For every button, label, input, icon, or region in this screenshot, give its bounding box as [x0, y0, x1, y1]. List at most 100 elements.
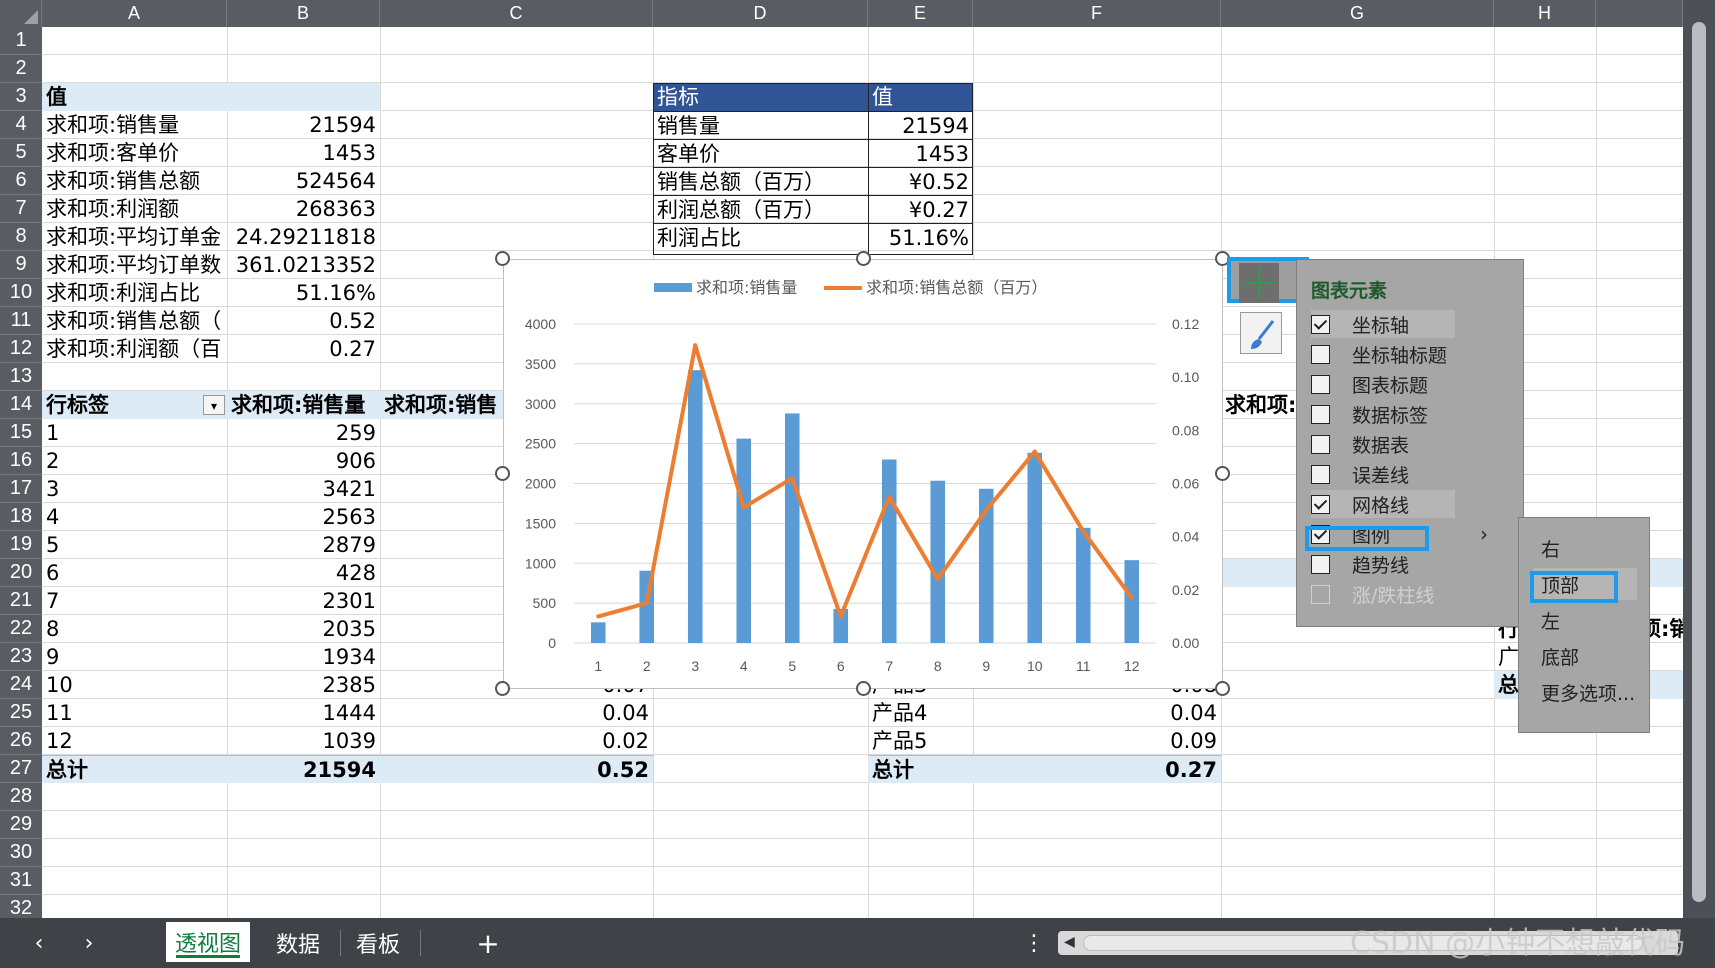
pivot-total-label[interactable]: 总计	[42, 755, 227, 783]
checkbox-icon[interactable]	[1311, 434, 1330, 454]
column-header-b[interactable]: B	[227, 0, 380, 27]
column-header-e[interactable]: E	[868, 0, 973, 27]
resize-handle-left[interactable]	[495, 466, 510, 481]
row-header-20[interactable]: 20	[0, 559, 42, 587]
column-header-c[interactable]: C	[380, 0, 653, 27]
row-header-18[interactable]: 18	[0, 503, 42, 531]
row-header-3[interactable]: 3	[0, 83, 42, 111]
summary-header[interactable]: 值	[42, 83, 227, 111]
pivot-row-qty[interactable]: 2563	[227, 503, 380, 531]
pivot-row-label[interactable]: 4	[42, 503, 227, 531]
pivot-row-qty[interactable]: 906	[227, 447, 380, 475]
product-value[interactable]: 0.04	[973, 699, 1221, 727]
checkbox-checked-icon[interactable]	[1311, 314, 1330, 334]
pivot-row-qty[interactable]: 1039	[227, 727, 380, 755]
row-header-6[interactable]: 6	[0, 167, 42, 195]
legend-position-option[interactable]: 更多选项...	[1533, 676, 1637, 708]
pivot-row-label[interactable]: 6	[42, 559, 227, 587]
pivot-row-qty[interactable]: 1934	[227, 643, 380, 671]
chart-styles-button[interactable]	[1240, 312, 1282, 354]
pivot-row-label[interactable]: 11	[42, 699, 227, 727]
summary-value[interactable]: 0.27	[227, 335, 380, 363]
row-header-25[interactable]: 25	[0, 699, 42, 727]
summary-label[interactable]: 求和项:客单价	[42, 139, 227, 167]
pivot-row-amount[interactable]: 0.04	[380, 699, 653, 727]
chart-element-item[interactable]: 图表标题	[1311, 370, 1455, 398]
pivot-row-label[interactable]: 3	[42, 475, 227, 503]
kpi-header-metric[interactable]: 指标	[653, 83, 868, 111]
row-header-30[interactable]: 30	[0, 839, 42, 867]
checkbox-icon[interactable]	[1311, 404, 1330, 424]
chart-element-item[interactable]: 网格线	[1311, 490, 1455, 518]
resize-handle-right[interactable]	[1215, 466, 1230, 481]
chart-element-item[interactable]: 误差线	[1311, 460, 1455, 488]
row-header-7[interactable]: 7	[0, 195, 42, 223]
checkbox-icon[interactable]	[1311, 464, 1330, 484]
scroll-left-icon[interactable]: ◀	[1064, 934, 1075, 950]
checkbox-icon[interactable]	[1311, 374, 1330, 394]
row-header-29[interactable]: 29	[0, 811, 42, 839]
column-header-a[interactable]: A	[42, 0, 227, 27]
kpi-label[interactable]: 利润占比	[653, 223, 868, 251]
row-header-4[interactable]: 4	[0, 111, 42, 139]
tab-pivot-chart[interactable]: 透视图	[166, 922, 250, 962]
column-header-g[interactable]: G	[1221, 0, 1494, 27]
summary-label[interactable]: 求和项:利润占比	[42, 279, 227, 307]
pivot-row-label[interactable]: 8	[42, 615, 227, 643]
pivot-row-qty[interactable]: 2301	[227, 587, 380, 615]
pivot-row-qty[interactable]: 2385	[227, 671, 380, 699]
products-header[interactable]: 求和项:	[1221, 391, 1301, 419]
row-header-22[interactable]: 22	[0, 615, 42, 643]
pivot-row-label[interactable]: 12	[42, 727, 227, 755]
summary-value[interactable]: 51.16%	[227, 279, 380, 307]
row-header-27[interactable]: 27	[0, 755, 42, 783]
row-header-11[interactable]: 11	[0, 307, 42, 335]
chart-element-item[interactable]: 数据标签	[1311, 400, 1455, 428]
kpi-value[interactable]: 51.16%	[868, 223, 973, 251]
summary-label[interactable]: 求和项:平均订单数	[42, 251, 227, 279]
kpi-value[interactable]: 1453	[868, 139, 973, 167]
summary-value[interactable]: 0.52	[227, 307, 380, 335]
row-header-23[interactable]: 23	[0, 643, 42, 671]
row-header-2[interactable]: 2	[0, 55, 42, 83]
product-label[interactable]: 产品5	[868, 727, 973, 755]
summary-label[interactable]: 求和项:销售量	[42, 111, 227, 139]
pivot-row-label[interactable]: 5	[42, 531, 227, 559]
row-header-15[interactable]: 15	[0, 419, 42, 447]
row-header-24[interactable]: 24	[0, 671, 42, 699]
kpi-label[interactable]: 销售量	[653, 111, 868, 139]
row-header-8[interactable]: 8	[0, 223, 42, 251]
row-header-14[interactable]: 14	[0, 391, 42, 419]
pivot-header-qty[interactable]: 求和项:销售量	[227, 391, 380, 419]
chart-element-item[interactable]: 数据表	[1311, 430, 1455, 458]
combo-chart[interactable]: 0 500 1000 1500 2000 2500 3000 3500 4000 0.00 0.02…	[503, 259, 1223, 689]
column-header-f[interactable]: F	[973, 0, 1221, 27]
add-sheet-icon[interactable]: +	[470, 918, 506, 968]
checkbox-checked-icon[interactable]	[1311, 494, 1330, 514]
kpi-label[interactable]: 销售总额（百万）	[653, 167, 868, 195]
next-sheet-icon[interactable]: ›	[72, 918, 106, 968]
summary-value[interactable]: 268363	[227, 195, 380, 223]
pivot-row-amount[interactable]: 0.02	[380, 727, 653, 755]
pivot-row-qty[interactable]: 3421	[227, 475, 380, 503]
product-total-value[interactable]: 0.27	[973, 755, 1221, 783]
checkbox-icon[interactable]	[1311, 344, 1330, 364]
legend-position-option[interactable]: 右	[1533, 532, 1637, 564]
summary-label[interactable]: 求和项:销售总额（	[42, 307, 227, 335]
kpi-value[interactable]: 21594	[868, 111, 973, 139]
summary-label[interactable]: 求和项:平均订单金	[42, 223, 227, 251]
pivot-row-qty[interactable]: 2035	[227, 615, 380, 643]
pivot-row-qty[interactable]: 1444	[227, 699, 380, 727]
summary-value[interactable]: 21594	[227, 111, 380, 139]
kpi-value[interactable]: ¥0.52	[868, 167, 973, 195]
summary-value[interactable]: 1453	[227, 139, 380, 167]
pivot-total-qty[interactable]: 21594	[227, 755, 380, 783]
resize-handle-bottom-left[interactable]	[495, 681, 510, 696]
pivot-row-qty[interactable]: 259	[227, 419, 380, 447]
pivot-row-label[interactable]: 1	[42, 419, 227, 447]
column-header-h[interactable]: H	[1494, 0, 1596, 27]
product-label[interactable]: 产品4	[868, 699, 973, 727]
kpi-label[interactable]: 利润总额（百万）	[653, 195, 868, 223]
vertical-scroll-thumb[interactable]	[1692, 22, 1706, 902]
pivot-row-label[interactable]: 2	[42, 447, 227, 475]
